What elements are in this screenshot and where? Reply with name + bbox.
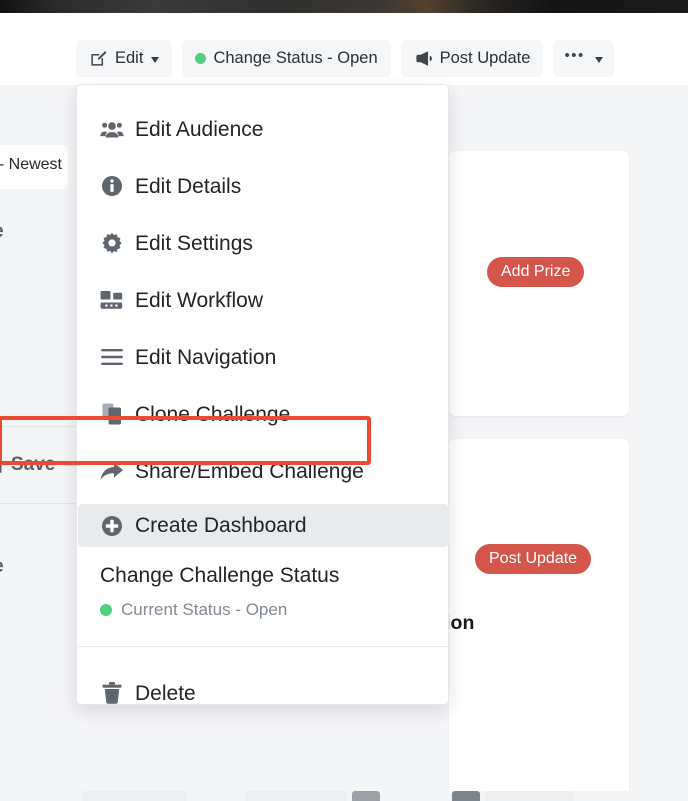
menu-item-edit-details[interactable]: Edit Details — [78, 166, 449, 206]
bottom-peek-row — [0, 791, 688, 801]
info-circle-icon — [100, 175, 124, 197]
post-update-button[interactable]: Post Update — [400, 40, 544, 77]
update-card: Post Update e your action ow! — [353, 439, 629, 801]
menu-item-label: Clone Challenge — [135, 402, 291, 426]
menu-item-label: Edit Details — [135, 174, 242, 198]
menu-item-label: Create Dashboard — [135, 514, 307, 537]
edit-dropdown-menu: Edit Audience Edit Details Edit Settings — [76, 84, 449, 705]
menu-item-edit-navigation[interactable]: Edit Navigation — [78, 337, 449, 377]
change-challenge-status-section[interactable]: Change Challenge Status Current Status -… — [78, 565, 449, 620]
change-challenge-status-title: Change Challenge Status — [100, 564, 340, 587]
menu-item-share-embed-challenge[interactable]: Share/Embed Challenge — [78, 451, 449, 491]
gear-icon — [100, 232, 124, 254]
menu-item-label: Edit Audience — [135, 117, 264, 141]
peek-chip — [246, 791, 346, 801]
current-status-row: Current Status - Open — [100, 600, 449, 620]
current-status-label: Current Status - Open — [121, 600, 288, 619]
menu-item-label: Edit Workflow — [135, 288, 263, 312]
action-toolbar: Edit Change Status - Open Post Update ••… — [76, 40, 614, 77]
divider — [0, 503, 76, 504]
stage-label-bottom: Stage — [0, 556, 4, 578]
edit-pencil-square-icon — [89, 49, 108, 68]
stage-label-top: Stage — [0, 221, 4, 243]
copy-icon — [100, 403, 124, 425]
menu-item-clone-challenge[interactable]: Clone Challenge — [78, 394, 449, 434]
change-status-button-label: Change Status - Open — [213, 49, 378, 67]
add-prize-button[interactable]: Add Prize — [487, 257, 585, 287]
chevron-down-icon — [594, 56, 603, 63]
plus-circle-icon — [100, 515, 124, 537]
peek-chip — [452, 791, 480, 801]
save-button: Save — [0, 454, 55, 476]
prize-card: Add Prize card — [361, 151, 629, 416]
toolbar-band: Edit Change Status - Open Post Update ••… — [0, 13, 688, 85]
sort-control-card[interactable]: - Newest — [0, 145, 68, 189]
save-label: Save — [11, 454, 56, 475]
peek-chip — [486, 791, 574, 801]
bookmark-icon — [0, 455, 4, 475]
status-dot-green-icon — [195, 53, 207, 64]
edit-button[interactable]: Edit — [76, 40, 173, 77]
users-group-icon — [100, 120, 124, 139]
hero-banner-image — [0, 0, 688, 13]
hamburger-menu-icon — [100, 348, 124, 366]
divider — [0, 426, 76, 427]
menu-item-create-dashboard[interactable]: Create Dashboard — [78, 504, 449, 547]
status-dot-green-icon — [100, 604, 112, 616]
workflow-icon — [100, 290, 124, 311]
megaphone-icon — [414, 49, 433, 68]
menu-item-delete[interactable]: Delete — [78, 673, 449, 713]
menu-item-label: Share/Embed Challenge — [135, 459, 364, 483]
menu-item-edit-settings[interactable]: Edit Settings — [78, 223, 449, 263]
menu-item-label: Edit Navigation — [135, 345, 277, 369]
peek-chip — [82, 791, 187, 801]
post-update-card-button[interactable]: Post Update — [475, 544, 592, 574]
menu-item-edit-audience[interactable]: Edit Audience — [78, 109, 449, 149]
edit-button-label: Edit — [115, 49, 144, 67]
menu-item-label: Delete — [135, 681, 196, 705]
chevron-down-icon — [151, 56, 160, 63]
change-status-button[interactable]: Change Status - Open — [182, 40, 391, 77]
share-arrow-icon — [100, 462, 124, 481]
menu-divider — [78, 646, 449, 647]
menu-item-label: Edit Settings — [135, 231, 253, 255]
menu-item-edit-workflow[interactable]: Edit Workflow — [78, 280, 449, 320]
trash-icon — [100, 682, 124, 704]
peek-chip — [352, 791, 380, 801]
ellipsis-icon: ••• — [564, 47, 585, 64]
sort-label: - Newest — [0, 156, 62, 173]
more-options-button[interactable]: ••• — [553, 40, 614, 77]
post-update-button-label: Post Update — [439, 49, 531, 67]
